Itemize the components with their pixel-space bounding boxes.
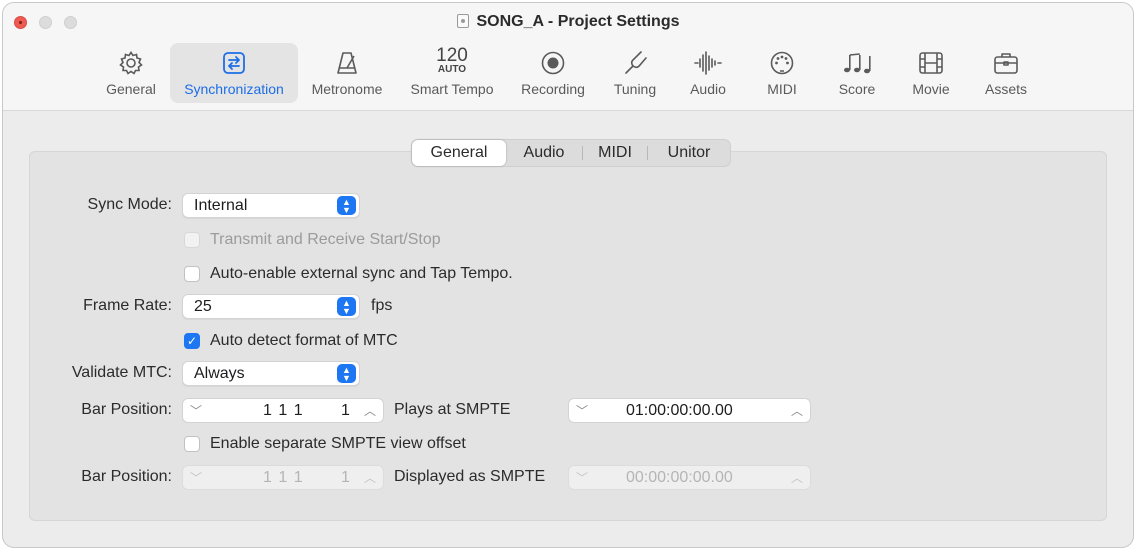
titlebar: SONG_A - Project Settings General Synchr… [3, 3, 1133, 111]
toolbar-item-synchronization[interactable]: Synchronization [170, 43, 298, 103]
project-settings-window: SONG_A - Project Settings General Synchr… [2, 2, 1134, 548]
toolbar-item-audio[interactable]: Audio [680, 43, 736, 103]
bar-position-label: Bar Position: [81, 401, 172, 418]
toolbar-item-general[interactable]: General [99, 43, 163, 103]
chevron-up-icon: ︿ [790, 471, 803, 485]
frame-rate-value: 25 [194, 298, 212, 315]
sync-mode-label: Sync Mode: [87, 196, 172, 213]
toolbar-item-assets[interactable]: Assets [977, 43, 1035, 103]
chevron-down-icon[interactable]: ﹀ [187, 401, 205, 421]
chevron-up-down-icon: ▲ ▼ [337, 364, 356, 383]
toolbar-item-movie[interactable]: Movie [903, 43, 959, 103]
settings-toolbar: General Synchronization Metronome 120 AU… [3, 43, 1133, 103]
chevron-down-icon: ﹀ [189, 471, 202, 485]
window-title: SONG_A - Project Settings [3, 13, 1133, 31]
chevron-down-icon: ﹀ [575, 471, 588, 485]
display-smpte-value: 00:00:00:00.00 [626, 469, 733, 486]
chevron-up-down-icon: ▲ ▼ [337, 196, 356, 215]
chevron-up-icon[interactable]: ︿ [788, 401, 806, 421]
auto-enable-sync-label: Auto-enable external sync and Tap Tempo. [210, 265, 513, 282]
display-bar-position-stepper[interactable]: ﹀ 1 1 1 1 ︿ [182, 465, 384, 490]
toolbar-item-metronome[interactable]: Metronome [305, 43, 389, 103]
display-smpte-stepper[interactable]: ﹀ 00:00:00:00.00 ︿ [568, 465, 811, 490]
sync-tabs: General Audio MIDI Unitor [411, 139, 731, 167]
transmit-receive-checkbox[interactable] [184, 232, 200, 248]
bar-position-stepper[interactable]: ﹀ 1 1 1 1 ︿ [182, 398, 384, 423]
smpte-position-stepper[interactable]: ﹀ 01:00:00:00.00 ︿ [568, 398, 811, 423]
tempo-icon: 120 AUTO [436, 45, 468, 75]
toolbar-item-recording[interactable]: Recording [513, 43, 593, 103]
transmit-receive-label: Transmit and Receive Start/Stop [210, 231, 441, 248]
chevron-up-icon: ︿ [363, 471, 376, 485]
tab-midi[interactable]: MIDI [583, 140, 647, 166]
waveform-icon [680, 49, 736, 77]
validate-mtc-value: Always [194, 365, 245, 382]
toolbar-item-score[interactable]: Score [829, 43, 885, 103]
plays-at-smpte-label: Plays at SMPTE [394, 401, 511, 418]
film-icon [903, 49, 959, 77]
music-notes-icon [829, 49, 885, 77]
chevron-up-down-icon: ▲ ▼ [337, 297, 356, 316]
display-bar-position-value: 1 1 1 [263, 469, 304, 486]
briefcase-icon [977, 49, 1035, 77]
bar-position-value: 1 1 1 [263, 402, 304, 419]
sync-mode-popup[interactable]: Internal ▲ ▼ [182, 193, 360, 218]
frame-rate-label: Frame Rate: [83, 297, 172, 314]
bar-position-ticks: 1 [341, 402, 351, 419]
tab-general[interactable]: General [412, 140, 506, 166]
midi-connector-icon [755, 49, 809, 77]
displayed-as-smpte-label: Displayed as SMPTE [394, 468, 546, 485]
toolbar-item-smart-tempo[interactable]: 120 AUTO Smart Tempo [402, 43, 502, 103]
toolbar-item-midi[interactable]: MIDI [755, 43, 809, 103]
auto-detect-mtc-label: Auto detect format of MTC [210, 332, 398, 349]
metronome-icon [305, 49, 389, 77]
display-bar-position-ticks: 1 [341, 469, 351, 486]
document-icon [456, 14, 469, 28]
frame-rate-unit: fps [371, 297, 393, 314]
separate-smpte-offset-checkbox[interactable] [184, 436, 200, 452]
frame-rate-popup[interactable]: 25 ▲ ▼ [182, 294, 360, 319]
chevron-up-icon[interactable]: ︿ [361, 401, 379, 421]
tab-unitor[interactable]: Unitor [648, 140, 730, 166]
auto-enable-sync-checkbox[interactable] [184, 266, 200, 282]
toolbar-item-tuning[interactable]: Tuning [605, 43, 665, 103]
tuning-fork-icon [605, 49, 665, 77]
chevron-down-icon[interactable]: ﹀ [573, 401, 591, 421]
display-bar-position-label: Bar Position: [81, 468, 172, 485]
gear-icon [99, 49, 163, 77]
validate-mtc-label: Validate MTC: [71, 364, 172, 381]
sync-mode-value: Internal [194, 197, 248, 214]
record-icon [513, 49, 593, 77]
sync-arrows-icon [170, 49, 298, 77]
smpte-position-value: 01:00:00:00.00 [626, 402, 733, 419]
auto-detect-mtc-checkbox[interactable]: ✓ [184, 333, 200, 349]
separate-smpte-offset-label: Enable separate SMPTE view offset [210, 435, 466, 452]
tab-audio[interactable]: Audio [506, 140, 582, 166]
validate-mtc-popup[interactable]: Always ▲ ▼ [182, 361, 360, 386]
